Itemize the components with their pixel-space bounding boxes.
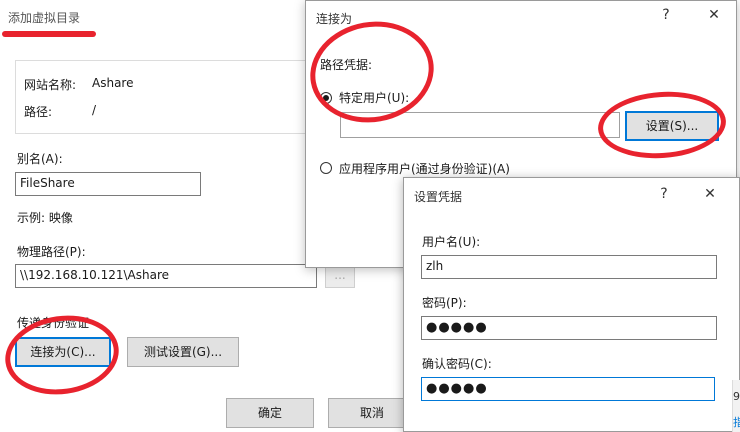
title-underline-annotation <box>2 31 96 37</box>
alias-label: 别名(A): <box>17 152 63 166</box>
ok-button[interactable]: 确定 <box>226 398 314 428</box>
example-text: 示例: 映像 <box>17 211 73 225</box>
background-edge-text-2: 指 <box>733 416 740 429</box>
site-name-label: 网站名称: <box>24 78 77 92</box>
path-value: / <box>92 103 97 117</box>
help-icon[interactable]: ? <box>656 7 676 23</box>
password-input[interactable]: ●●●●● <box>421 316 717 340</box>
dialog-title: 连接为 <box>316 12 353 26</box>
username-label: 用户名(U): <box>422 235 481 249</box>
site-name-value: Ashare <box>92 76 134 90</box>
close-icon[interactable]: ✕ <box>704 7 724 23</box>
physical-path-label: 物理路径(P): <box>17 245 86 259</box>
background-edge-text-1: 9 <box>733 390 740 403</box>
app-user-radio[interactable] <box>320 162 332 174</box>
set-credentials-dialog: 设置凭据 ? ✕ 用户名(U): zlh 密码(P): ●●●●● 确认密码(C… <box>403 177 740 432</box>
alias-input[interactable]: FileShare <box>15 172 201 196</box>
close-icon[interactable]: ✕ <box>700 186 720 202</box>
app-user-label: 应用程序用户(通过身份验证)(A) <box>339 162 510 176</box>
dialog-title: 添加虚拟目录 <box>8 11 81 25</box>
confirm-password-input[interactable]: ●●●●● <box>421 377 715 401</box>
confirm-password-label: 确认密码(C): <box>422 357 492 371</box>
dialog-title: 设置凭据 <box>414 190 463 204</box>
password-label: 密码(P): <box>422 296 467 310</box>
test-settings-button[interactable]: 测试设置(G)... <box>127 337 239 367</box>
path-label: 路径: <box>24 105 53 119</box>
username-input[interactable]: zlh <box>421 255 717 279</box>
site-info-group <box>15 60 335 134</box>
help-icon[interactable]: ? <box>654 186 674 202</box>
physical-path-input[interactable]: \\192.168.10.121\Ashare <box>15 264 317 288</box>
